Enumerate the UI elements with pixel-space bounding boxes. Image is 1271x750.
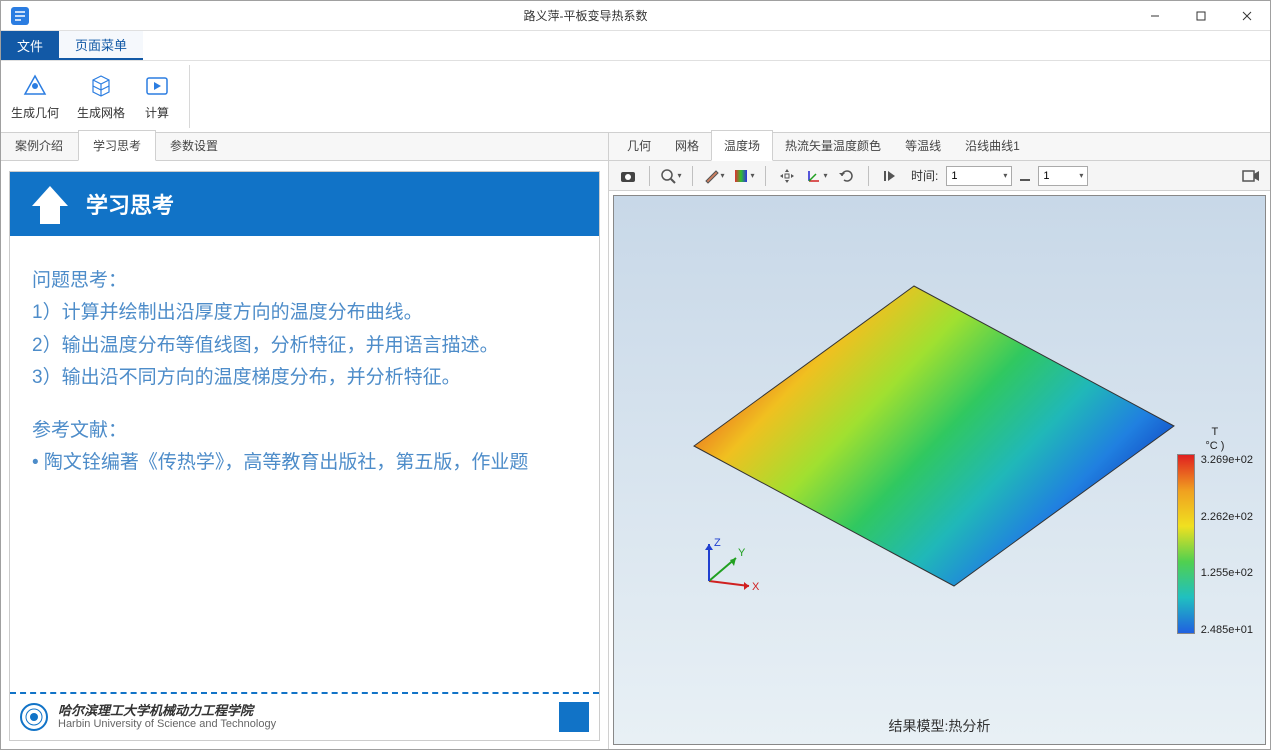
slide-footer: 哈尔滨理工大学机械动力工程学院 Harbin University of Sci…	[10, 692, 599, 740]
legend-ticks: 3.269e+02 2.262e+02 1.255e+02 2.485e+01	[1201, 454, 1253, 636]
close-button[interactable]	[1224, 1, 1270, 31]
move-icon[interactable]	[774, 164, 800, 188]
viewer-toolbar: ▾ ▾ ▾ ▾ 时间: 1▾ 1▾	[609, 161, 1270, 191]
legend-var: T	[1177, 426, 1253, 438]
vtab-flux[interactable]: 热流矢量温度颜色	[773, 131, 893, 160]
slide-line2: 2）输出温度分布等值线图，分析特征，并用语言描述。	[32, 331, 577, 361]
left-panel: 案例介绍 学习思考 参数设置 学习思考 问题思考： 1）计算并绘制出沿厚度方向的…	[1, 133, 609, 749]
viewer-tabrow: 几何 网格 温度场 热流矢量温度颜色 等温线 沿线曲线1	[609, 133, 1270, 161]
step-icon[interactable]	[877, 164, 903, 188]
app-icon	[9, 5, 31, 27]
ribbon-compute-button[interactable]: 计算	[143, 72, 171, 121]
legend-t2: 1.255e+02	[1201, 567, 1253, 579]
footer-en: Harbin University of Science and Technol…	[58, 718, 549, 731]
legend-t0: 3.269e+02	[1201, 454, 1253, 466]
mesh-icon	[87, 72, 115, 100]
vtab-iso[interactable]: 等温线	[893, 131, 953, 160]
ribbon-group: 生成几何 生成网格 计算	[11, 65, 190, 128]
camera-icon[interactable]	[615, 164, 641, 188]
viewport-3d[interactable]: X Y Z T °C ) 3.269e+02 2.262e+02	[613, 195, 1266, 745]
rotate-icon[interactable]	[834, 164, 860, 188]
ribbon-geometry-button[interactable]: 生成几何	[11, 72, 59, 121]
legend-t1: 2.262e+02	[1201, 511, 1253, 523]
zoom-icon[interactable]: ▾	[658, 164, 684, 188]
right-panel: 几何 网格 温度场 热流矢量温度颜色 等温线 沿线曲线1 ▾ ▾ ▾ ▾	[609, 133, 1270, 749]
app-window: 路义萍-平板变导热系数 文件 页面菜单 生成几何 生成网格	[0, 0, 1271, 750]
titlebar: 路义萍-平板变导热系数	[1, 1, 1270, 31]
window-title: 路义萍-平板变导热系数	[39, 7, 1132, 24]
legend-bar	[1177, 454, 1195, 634]
ribbon: 生成几何 生成网格 计算	[1, 61, 1270, 133]
compute-icon	[143, 72, 171, 100]
window-buttons	[1132, 1, 1270, 31]
brush-icon[interactable]: ▾	[701, 164, 727, 188]
time-label: 时间:	[911, 167, 938, 184]
slide-line3: 3）输出沿不同方向的温度梯度分布，并分析特征。	[32, 363, 577, 393]
left-tabrow: 案例介绍 学习思考 参数设置	[1, 133, 608, 161]
vtab-along[interactable]: 沿线曲线1	[953, 131, 1032, 160]
content-area: 案例介绍 学习思考 参数设置 学习思考 问题思考： 1）计算并绘制出沿厚度方向的…	[1, 133, 1270, 749]
legend-t3: 2.485e+01	[1201, 624, 1253, 636]
slide-ref1: • 陶文铨编著《传热学》，高等教育出版社，第五版，作业题	[32, 448, 577, 478]
slide-body: 问题思考： 1）计算并绘制出沿厚度方向的温度分布曲线。 2）输出温度分布等值线图…	[10, 236, 599, 692]
vtab-temp[interactable]: 温度场	[711, 130, 773, 161]
slide-sec1: 问题思考：	[32, 266, 577, 296]
video-icon[interactable]	[1238, 164, 1264, 188]
footer-text: 哈尔滨理工大学机械动力工程学院 Harbin University of Sci…	[58, 703, 549, 732]
svg-text:X: X	[752, 581, 760, 593]
result-caption: 结果模型:热分析	[614, 716, 1265, 736]
ribbon-compute-label: 计算	[145, 104, 169, 121]
tab-study[interactable]: 学习思考	[78, 130, 156, 161]
sep-toggle-icon[interactable]	[1016, 164, 1034, 188]
time-select[interactable]: 1▾	[946, 166, 1012, 186]
axes-icon[interactable]: ▾	[804, 164, 830, 188]
slide-ref-title: 参考文献：	[32, 416, 577, 446]
legend-unit: °C )	[1177, 440, 1253, 452]
slide-header-icon	[28, 182, 72, 226]
svg-text:Z: Z	[714, 537, 721, 549]
ribbon-mesh-label: 生成网格	[77, 104, 125, 121]
ribbon-geometry-label: 生成几何	[11, 104, 59, 121]
geometry-icon	[21, 72, 49, 100]
tab-intro[interactable]: 案例介绍	[1, 131, 78, 160]
axis-triad: X Y Z	[694, 536, 764, 596]
menu-page[interactable]: 页面菜单	[59, 31, 143, 60]
ribbon-mesh-button[interactable]: 生成网格	[77, 72, 125, 121]
slide: 学习思考 问题思考： 1）计算并绘制出沿厚度方向的温度分布曲线。 2）输出温度分…	[9, 171, 600, 741]
footer-square	[559, 702, 589, 732]
vtab-mesh[interactable]: 网格	[663, 131, 711, 160]
slide-title: 学习思考	[86, 188, 174, 220]
color-legend: T °C ) 3.269e+02 2.262e+02 1.255e+02 2.4…	[1177, 426, 1253, 636]
slide-line1: 1）计算并绘制出沿厚度方向的温度分布曲线。	[32, 298, 577, 328]
minimize-button[interactable]	[1132, 1, 1178, 31]
slide-header: 学习思考	[10, 172, 599, 236]
university-logo	[20, 703, 48, 731]
slide-container: 学习思考 问题思考： 1）计算并绘制出沿厚度方向的温度分布曲线。 2）输出温度分…	[1, 161, 608, 749]
menu-file[interactable]: 文件	[1, 31, 59, 60]
maximize-button[interactable]	[1178, 1, 1224, 31]
vtab-geom[interactable]: 几何	[615, 131, 663, 160]
frame-select[interactable]: 1▾	[1038, 166, 1088, 186]
svg-text:Y: Y	[738, 547, 746, 559]
cube-icon[interactable]: ▾	[731, 164, 757, 188]
footer-cn: 哈尔滨理工大学机械动力工程学院	[58, 703, 549, 719]
tab-params[interactable]: 参数设置	[156, 131, 233, 160]
menubar: 文件 页面菜单	[1, 31, 1270, 61]
